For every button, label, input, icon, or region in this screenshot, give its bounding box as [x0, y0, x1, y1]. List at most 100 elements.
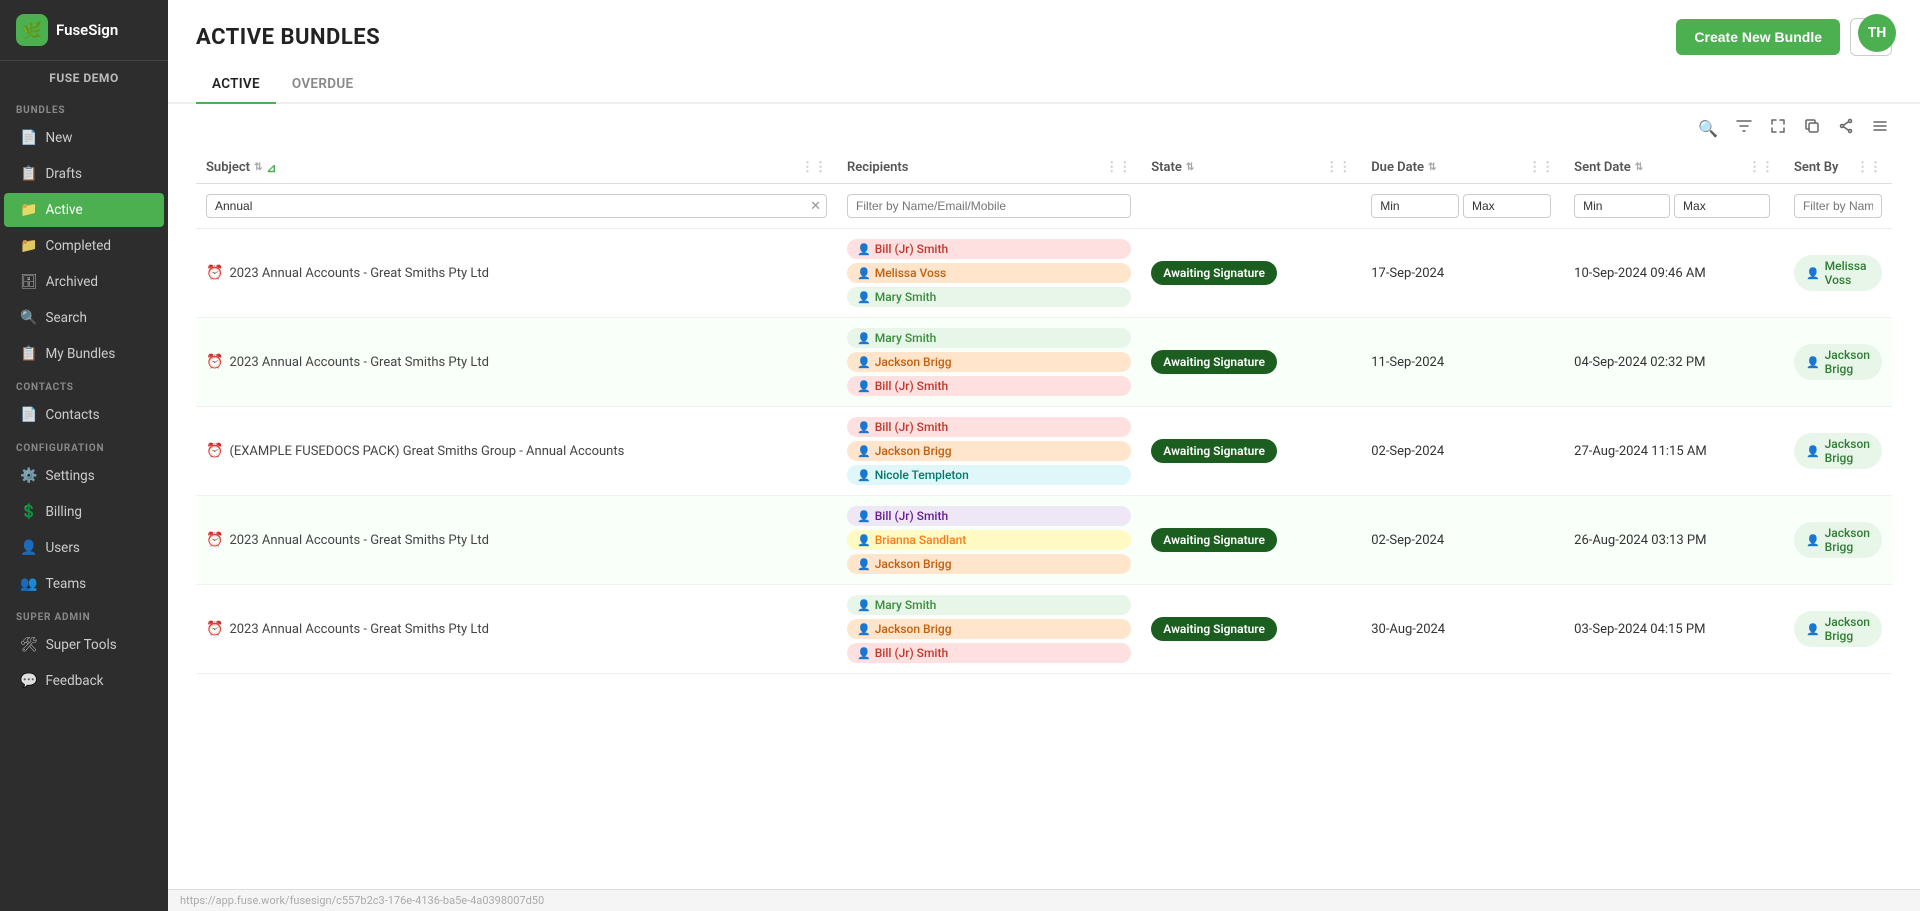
sidebar-item-drafts-label: Drafts [45, 166, 82, 182]
sidebar-item-contacts-label: Contacts [45, 407, 99, 423]
state-sort-icon[interactable]: ⇅ [1186, 162, 1194, 173]
recipient-badge[interactable]: 👤 Mary Smith [847, 287, 1131, 307]
sent-by-badge: 👤 Jackson Brigg [1794, 344, 1882, 380]
recipient-badge[interactable]: 👤 Nicole Templeton [847, 465, 1131, 485]
sidebar-item-mybundles[interactable]: 📋 My Bundles [4, 337, 164, 371]
recipient-badge[interactable]: 👤 Bill (Jr) Smith [847, 376, 1131, 396]
sidebar-item-contacts[interactable]: 📄 Contacts [4, 398, 164, 432]
sent-by-cell: 👤 Jackson Brigg [1784, 496, 1892, 585]
sidebar-item-completed[interactable]: 📁 Completed [4, 229, 164, 263]
columns-icon[interactable] [1868, 114, 1892, 142]
settings-icon: ⚙️ [20, 468, 37, 484]
recipient-badge[interactable]: 👤 Bill (Jr) Smith [847, 506, 1131, 526]
subject-filter-icon[interactable]: ⊿ [266, 161, 276, 175]
due-date-sort-icon[interactable]: ⇅ [1428, 162, 1436, 173]
filter-icon[interactable] [1732, 114, 1756, 142]
table-row[interactable]: ⏰2023 Annual Accounts - Great Smiths Pty… [196, 229, 1892, 318]
sidebar-item-feedback[interactable]: 💬 Feedback [4, 664, 164, 698]
subject-cell: ⏰2023 Annual Accounts - Great Smiths Pty… [196, 229, 837, 318]
completed-icon: 📁 [20, 238, 37, 254]
tab-active[interactable]: ACTIVE [196, 66, 276, 104]
sent-date-cell: 26-Aug-2024 03:13 PM [1564, 496, 1784, 585]
share-icon[interactable] [1834, 114, 1858, 142]
sidebar-item-teams[interactable]: 👥 Teams [4, 567, 164, 601]
recipient-badge[interactable]: 👤 Bill (Jr) Smith [847, 643, 1131, 663]
user-avatar[interactable]: TH [1858, 14, 1896, 52]
drafts-icon: 📋 [20, 166, 37, 182]
recipient-badge[interactable]: 👤 Mary Smith [847, 328, 1131, 348]
recipients-cell: 👤 Bill (Jr) Smith 👤 Brianna Sandlant 👤 Jac… [837, 496, 1141, 585]
sent-date-min-input[interactable] [1574, 194, 1670, 218]
new-icon: 📄 [20, 130, 37, 146]
recipient-badge[interactable]: 👤 Bill (Jr) Smith [847, 417, 1131, 437]
recipient-badge[interactable]: 👤 Jackson Brigg [847, 441, 1131, 461]
col-state[interactable]: State ⇅ ⋮⋮ [1141, 152, 1361, 184]
col-subject[interactable]: Subject ⇅ ⊿ ⋮⋮ [196, 152, 837, 184]
sidebar-item-archived[interactable]: 🗄 Archived [4, 265, 164, 299]
billing-icon: 💲 [20, 504, 37, 520]
page-title: ACTIVE BUNDLES [196, 25, 380, 50]
sidebar-item-billing[interactable]: 💲 Billing [4, 495, 164, 529]
sidebar-item-settings-label: Settings [45, 468, 94, 484]
sidebar-item-settings[interactable]: ⚙️ Settings [4, 459, 164, 493]
state-badge: Awaiting Signature [1151, 350, 1277, 374]
recipient-badge[interactable]: 👤 Jackson Brigg [847, 352, 1131, 372]
subject-text: 2023 Annual Accounts - Great Smiths Pty … [229, 355, 488, 370]
state-cell: Awaiting Signature [1141, 318, 1361, 407]
sidebar-item-active[interactable]: 📁 Active [4, 193, 164, 227]
recipients-cell: 👤 Mary Smith 👤 Jackson Brigg 👤 Bill (Jr) S… [837, 318, 1141, 407]
subject-filter-input[interactable] [206, 194, 827, 218]
recipient-badge[interactable]: 👤 Bill (Jr) Smith [847, 239, 1131, 259]
recipient-badge[interactable]: 👤 Melissa Voss [847, 263, 1131, 283]
archived-icon: 🗄 [20, 274, 38, 290]
col-due-date[interactable]: Due Date ⇅ ⋮⋮ [1361, 152, 1564, 184]
sidebar-logo[interactable]: 🌿 FuseSign [0, 0, 168, 61]
tab-overdue[interactable]: OVERDUE [276, 66, 370, 104]
sent-by-filter-input[interactable] [1794, 194, 1882, 218]
sidebar-item-supertools[interactable]: 🛠 Super Tools [4, 628, 164, 662]
recipient-badge[interactable]: 👤 Jackson Brigg [847, 619, 1131, 639]
due-date-max-input[interactable] [1463, 194, 1551, 218]
subject-sort-icon[interactable]: ⇅ [254, 162, 262, 173]
recipients-filter-input[interactable] [847, 194, 1131, 218]
subject-filter-clear[interactable]: ✕ [810, 199, 821, 214]
sent-by-badge: 👤 Melissa Voss [1794, 255, 1882, 291]
sidebar-item-feedback-label: Feedback [45, 673, 103, 689]
expand-icon[interactable] [1766, 114, 1790, 142]
sidebar-item-search[interactable]: 🔍 Search [4, 301, 164, 335]
sidebar-item-completed-label: Completed [45, 238, 111, 254]
recipient-badge[interactable]: 👤 Brianna Sandlant [847, 530, 1131, 550]
sidebar-item-supertools-label: Super Tools [46, 637, 117, 653]
table-row[interactable]: ⏰2023 Annual Accounts - Great Smiths Pty… [196, 318, 1892, 407]
state-cell: Awaiting Signature [1141, 496, 1361, 585]
section-bundles: BUNDLES [0, 95, 168, 120]
col-sent-date[interactable]: Sent Date ⇅ ⋮⋮ [1564, 152, 1784, 184]
copy-icon[interactable] [1800, 114, 1824, 142]
sidebar-item-users[interactable]: 👤 Users [4, 531, 164, 565]
sidebar-item-teams-label: Teams [45, 576, 86, 592]
col-recipients[interactable]: Recipients ⋮⋮ [837, 152, 1141, 184]
sidebar-item-new[interactable]: 📄 New [4, 121, 164, 155]
table-row[interactable]: ⏰2023 Annual Accounts - Great Smiths Pty… [196, 496, 1892, 585]
sent-by-cell: 👤 Jackson Brigg [1784, 407, 1892, 496]
due-date-cell: 02-Sep-2024 [1361, 407, 1564, 496]
sent-date-cell: 10-Sep-2024 09:46 AM [1564, 229, 1784, 318]
recipient-badge[interactable]: 👤 Mary Smith [847, 595, 1131, 615]
recipients-cell: 👤 Mary Smith 👤 Jackson Brigg 👤 Bill (Jr) S… [837, 585, 1141, 674]
create-bundle-button[interactable]: Create New Bundle [1676, 19, 1840, 55]
subject-text: 2023 Annual Accounts - Great Smiths Pty … [229, 533, 488, 548]
state-cell: Awaiting Signature [1141, 229, 1361, 318]
col-sent-by[interactable]: Sent By ⋮⋮ [1784, 152, 1892, 184]
table-area: 🔍 Subject [168, 104, 1920, 889]
sent-date-max-input[interactable] [1674, 194, 1770, 218]
sent-date-cell: 04-Sep-2024 02:32 PM [1564, 318, 1784, 407]
search-icon[interactable]: 🔍 [1694, 115, 1722, 142]
due-date-min-input[interactable] [1371, 194, 1459, 218]
page-header: ACTIVE BUNDLES Create New Bundle ⋯ [168, 0, 1920, 66]
table-row[interactable]: ⏰2023 Annual Accounts - Great Smiths Pty… [196, 585, 1892, 674]
sent-date-sort-icon[interactable]: ⇅ [1635, 162, 1643, 173]
recipient-badge[interactable]: 👤 Jackson Brigg [847, 554, 1131, 574]
sidebar-item-drafts[interactable]: 📋 Drafts [4, 157, 164, 191]
table-row[interactable]: ⏰(EXAMPLE FUSEDOCS PACK) Great Smiths Gr… [196, 407, 1892, 496]
logo-icon: 🌿 [16, 14, 48, 46]
